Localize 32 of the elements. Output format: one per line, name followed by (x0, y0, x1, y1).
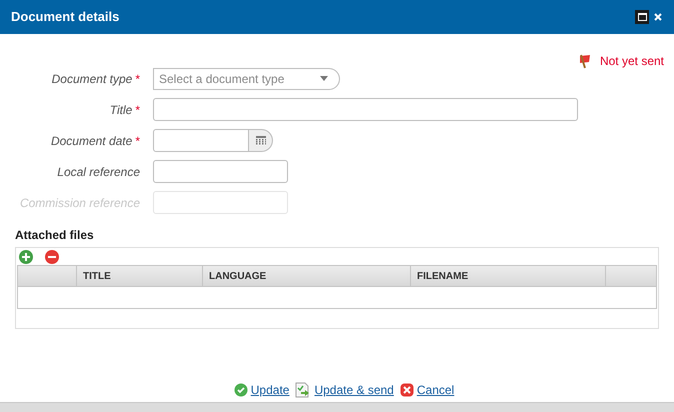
remove-button[interactable] (45, 250, 59, 264)
field-label: Title (110, 102, 132, 118)
caret-icon (320, 76, 328, 81)
text-field[interactable] (153, 98, 578, 121)
window-title: Document details (11, 8, 120, 26)
action-link[interactable]: Cancel (416, 381, 454, 399)
close-icon (654, 13, 662, 21)
action-link[interactable]: Update & send (314, 381, 394, 399)
add-button[interactable] (19, 250, 33, 264)
minus-icon (48, 253, 56, 261)
cancel-icon (400, 383, 414, 397)
action-link[interactable]: Update (250, 381, 290, 399)
text-field[interactable] (153, 160, 288, 183)
section-heading: Attached files (15, 227, 95, 244)
document-arrow-icon (295, 382, 312, 398)
maximize-button[interactable] (635, 10, 649, 24)
field-label: Local reference (57, 164, 140, 180)
calendar-button[interactable] (249, 129, 273, 152)
date-field[interactable] (153, 129, 249, 152)
required-marker: * (135, 132, 140, 150)
check-icon (234, 383, 248, 397)
document-type-select[interactable]: Select a document type (153, 68, 340, 90)
required-marker: * (135, 102, 140, 118)
column-header[interactable]: LANGUAGE (202, 266, 410, 286)
required-marker: * (135, 70, 140, 88)
field-label: Document date (50, 132, 132, 150)
plus-icon (22, 253, 30, 261)
column-header[interactable]: FILENAME (410, 266, 605, 286)
column-header[interactable]: TITLE (76, 266, 202, 286)
field-label: Document type (52, 70, 132, 88)
calendar-icon (256, 136, 266, 145)
status-text: Not yet sent (600, 53, 664, 70)
